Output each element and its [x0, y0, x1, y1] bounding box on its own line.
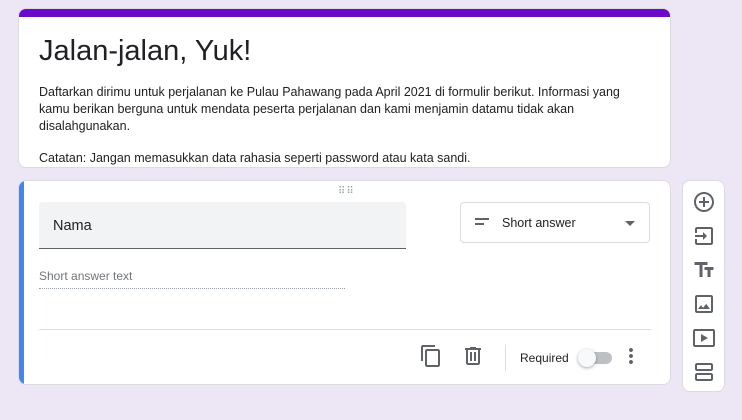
- more-vert-icon: [629, 348, 633, 364]
- duplicate-button[interactable]: [419, 344, 443, 368]
- form-description-text: Daftarkan dirimu untuk perjalanan ke Pul…: [39, 85, 620, 133]
- question-card[interactable]: ⠿⠿ Nama Short answer Short answer text R…: [18, 180, 671, 385]
- more-options-button[interactable]: [619, 344, 643, 368]
- import-icon: [695, 227, 713, 245]
- add-image-button[interactable]: [692, 292, 716, 316]
- side-toolbar: [682, 180, 725, 392]
- short-answer-placeholder: Short answer text: [39, 269, 133, 283]
- add-video-button[interactable]: [692, 326, 716, 350]
- question-type-label: Short answer: [502, 216, 576, 230]
- video-icon: [693, 329, 715, 347]
- short-text-icon: [475, 218, 489, 228]
- trash-icon: [465, 347, 481, 365]
- duplicate-icon: [421, 345, 440, 367]
- add-title-button[interactable]: [692, 258, 716, 282]
- drag-handle-icon[interactable]: ⠿⠿: [338, 186, 355, 197]
- add-circle-icon: [694, 192, 714, 212]
- required-toggle[interactable]: [578, 349, 612, 367]
- form-title[interactable]: Jalan-jalan, Yuk!: [39, 35, 251, 68]
- import-questions-button[interactable]: [692, 224, 716, 248]
- form-header-card[interactable]: Jalan-jalan, Yuk! Daftarkan dirimu untuk…: [18, 8, 671, 168]
- question-type-dropdown[interactable]: Short answer: [460, 202, 650, 243]
- question-title-text: Nama: [53, 218, 92, 234]
- delete-button[interactable]: [461, 344, 485, 368]
- add-question-button[interactable]: [692, 190, 716, 214]
- add-section-button[interactable]: [692, 360, 716, 384]
- title-text-icon: [694, 262, 714, 277]
- form-description[interactable]: Daftarkan dirimu untuk perjalanan ke Pul…: [39, 84, 649, 167]
- required-label: Required: [520, 351, 569, 365]
- answer-underline: [39, 288, 345, 289]
- toggle-knob: [578, 349, 596, 367]
- footer-separator: [505, 345, 506, 371]
- active-question-indicator: [19, 181, 24, 384]
- question-title-field[interactable]: Nama: [39, 202, 406, 249]
- footer-divider: [39, 329, 651, 330]
- header-accent-bar: [19, 9, 670, 17]
- dropdown-caret-icon: [625, 221, 635, 226]
- image-icon: [695, 295, 713, 313]
- form-note-text: Catatan: Jangan memasukkan data rahasia …: [39, 151, 471, 165]
- section-icon: [695, 363, 713, 381]
